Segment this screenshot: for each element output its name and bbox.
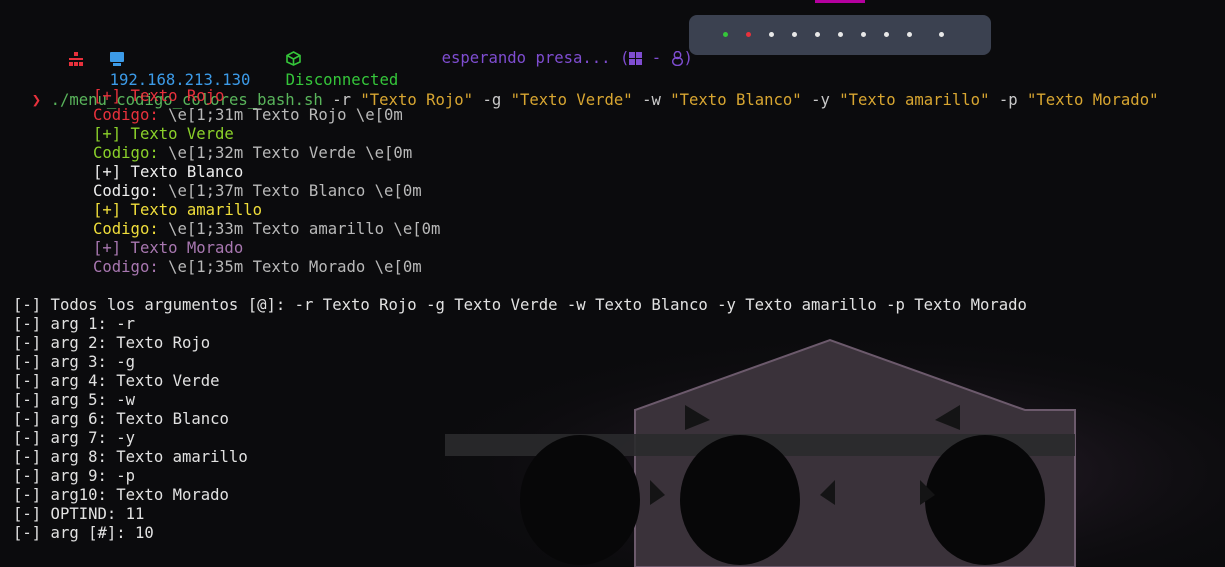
workspace-dot-4[interactable] [792,32,797,37]
workspace-dot-6[interactable] [838,32,843,37]
command-flag: -g [482,91,502,109]
wallpaper-art [440,330,1225,567]
code-label: Codigo: [93,182,159,200]
cube-icon [285,51,301,66]
output-line: [-] arg 1: -r [13,315,136,333]
workspace-dot-9[interactable] [907,32,912,37]
colored-title: [+] Texto Rojo [93,87,225,105]
code-label: Codigo: [93,220,159,238]
code-line: Codigo: \e[1;33m Texto amarillo \e[0m [93,220,440,239]
monitor-icon [109,51,124,66]
prompt-arrow: ❯ [31,91,42,109]
output-line: [-] arg 4: Texto Verde [13,372,220,390]
output-line: [-] arg [#]: 10 [13,524,154,542]
code-value: \e[1;35m Texto Morado \e[0m [158,258,422,276]
target-indicator: esperando presa... ( - ) [404,25,693,67]
target-separator: - [642,49,671,67]
workspace-dot-2[interactable] [746,32,751,37]
code-label: Codigo: [93,258,159,276]
colored-title: [+] Texto Blanco [93,163,244,181]
code-line: Codigo: \e[1;37m Texto Blanco \e[0m [93,182,422,201]
colored-title: [+] Texto Verde [93,125,234,143]
command-flag: -w [642,91,661,109]
output-line: [-] arg 5: -w [13,391,136,409]
output-line: [-] arg 3: -g [13,353,136,371]
target-text: esperando presa... ( [441,49,630,67]
workspace-dot-7[interactable] [861,32,866,37]
workspace-dot-3[interactable] [769,32,774,37]
output-line: [-] OPTIND: 11 [13,505,145,523]
code-line: Codigo: \e[1;32m Texto Verde \e[0m [93,144,412,163]
output-line: [-] arg 2: Texto Rojo [13,334,211,352]
workspace-dot-1[interactable] [723,32,728,37]
code-value: \e[1;31m Texto Rojo \e[0m [158,106,403,124]
workspace-switcher [689,15,991,55]
code-line: Codigo: \e[1;31m Texto Rojo \e[0m [93,106,403,125]
accent-line [815,0,865,3]
output-line: [-] arg 6: Texto Blanco [13,410,229,428]
status-bar: 192.168.213.130 Disconnected esperando p… [0,0,1225,89]
command-arg: "Texto Blanco" [670,91,802,109]
command-line: ❯ ./menu_codigo_colores_bash.sh -r "Text… [13,67,1159,109]
output-line: [-] arg10: Texto Morado [13,486,229,504]
command-arg: "Texto Verde" [510,91,633,109]
workspace-dot-10[interactable] [939,32,944,37]
code-value: \e[1;33m Texto amarillo \e[0m [158,220,441,238]
command-arg: "Texto amarillo" [839,91,990,109]
command-arg: "Texto Morado" [1027,91,1159,109]
command-flag: -p [998,91,1018,109]
colored-title: [+] Texto Morado [93,239,244,257]
output-line: [-] Todos los argumentos [@]: -r Texto R… [13,296,1027,314]
code-label: Codigo: [93,144,159,162]
command-flag: -y [811,91,830,109]
output-line: [-] arg 8: Texto amarillo [13,448,248,466]
code-label: Codigo: [93,106,159,124]
windows-icon [629,52,643,65]
linux-tux-icon [671,51,683,66]
workspace-dot-8[interactable] [884,32,889,37]
ip-indicator: 192.168.213.130 [72,25,250,89]
code-value: \e[1;32m Texto Verde \e[0m [158,144,413,162]
output-line: [-] arg 7: -y [13,429,136,447]
colored-title: [+] Texto amarillo [93,201,262,219]
vpn-indicator: Disconnected [248,25,398,89]
output-line: [-] arg 9: -p [13,467,136,485]
code-value: \e[1;37m Texto Blanco \e[0m [158,182,422,200]
workspace-dot-5[interactable] [815,32,820,37]
code-line: Codigo: \e[1;35m Texto Morado \e[0m [93,258,422,277]
